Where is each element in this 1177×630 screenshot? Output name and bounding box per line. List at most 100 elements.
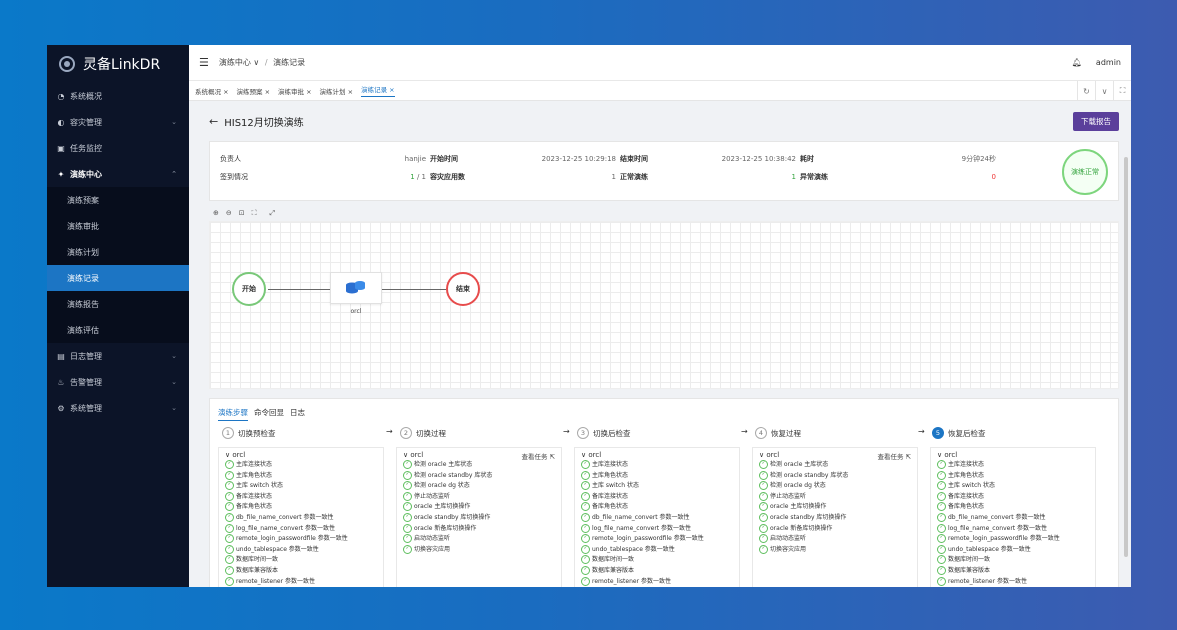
step-item[interactable]: 2 切换过程 xyxy=(400,427,446,439)
download-report-button[interactable]: 下载报告 xyxy=(1073,111,1119,131)
sidebar-item-system-management[interactable]: ⚙ 系统管理 ⌄ xyxy=(47,395,189,421)
flow-db-node[interactable] xyxy=(330,272,382,304)
step-item[interactable]: 1 切换预检查 xyxy=(222,427,276,439)
end-time-value: 2023-12-25 10:38:42 xyxy=(721,155,796,163)
bell-icon[interactable]: 🔔︎ xyxy=(1072,58,1082,67)
zoom-in-icon[interactable]: ⊕ xyxy=(213,209,219,217)
refresh-icon[interactable]: ↻ xyxy=(1077,81,1095,101)
check-item: remote_login_passwordfile 参数一致性 xyxy=(581,534,733,545)
sidebar-subitem-drill-report[interactable]: 演练报告 xyxy=(47,291,189,317)
check-item: remote_login_passwordfile 参数一致性 xyxy=(225,534,377,545)
breadcrumb-parent[interactable]: 演练中心 xyxy=(219,58,251,67)
sidebar-subitem-drill-approval[interactable]: 演练审批 xyxy=(47,213,189,239)
sidebar-item-drill-center[interactable]: ✦ 演练中心 ⌃ xyxy=(47,161,189,187)
db-group-header[interactable]: ∨ orcl xyxy=(225,451,377,459)
sidebar-subitem-drill-record[interactable]: 演练记录 xyxy=(47,265,189,291)
alert-icon: ♨ xyxy=(57,377,65,387)
normal-drill-label: 正常演练 xyxy=(620,173,648,181)
sidebar-item-task-monitor[interactable]: ▣ 任务监控 xyxy=(47,135,189,161)
db-group-label: ∨ orcl xyxy=(403,451,424,459)
summary-row: 负责人 hanjie 开始时间 2023-12-25 10:29:18 结束时间… xyxy=(220,150,1050,168)
flow-edge xyxy=(268,289,330,290)
dashboard-icon: ◔ xyxy=(57,91,65,101)
abnormal-drill-label: 异常演练 xyxy=(800,173,828,181)
tab-drill-plan[interactable]: 演练预案 × xyxy=(237,86,271,96)
end-time-label: 结束时间 xyxy=(620,155,648,163)
step-bar: 1 切换预检查 → 2 切换过程 → 3 切换后检查 → 4 恢复过程 → 5 … xyxy=(218,427,1110,443)
check-item: 备库角色状态 xyxy=(225,502,377,513)
fullscreen-icon[interactable]: ⤢ xyxy=(270,209,276,218)
check-item: 切换容灾应用 xyxy=(759,545,911,556)
tab-log[interactable]: 日志 xyxy=(290,407,305,421)
flow-canvas: 开始 orcl 结束 xyxy=(209,221,1119,389)
panel-tabs: 演练步骤 命令回显 日志 xyxy=(218,407,1110,421)
sidebar-item-dr-management[interactable]: ◐ 容灾管理 ⌄ xyxy=(47,109,189,135)
breadcrumb-current: 演练记录 xyxy=(273,58,306,67)
tab-drill-steps[interactable]: 演练步骤 xyxy=(218,407,248,421)
sidebar-item-overview[interactable]: ◔ 系统概况 xyxy=(47,83,189,109)
drill-steps-panel: 演练步骤 命令回显 日志 1 切换预检查 → 2 切换过程 → 3 切换后检查 … xyxy=(209,398,1119,587)
sidebar-item-label: 日志管理 xyxy=(70,351,102,361)
db-group-header[interactable]: ∨ orcl 查看任务 ⇱ xyxy=(403,451,555,461)
check-item: db_file_name_convert 参数一致性 xyxy=(225,513,377,524)
breadcrumb-separator: / xyxy=(264,58,268,67)
tab-drill-record[interactable]: 演练记录 × xyxy=(361,84,395,97)
db-group-header[interactable]: ∨ orcl xyxy=(581,451,733,459)
chevron-down-icon[interactable]: ∨ xyxy=(1095,81,1113,101)
step-label: 切换过程 xyxy=(416,428,446,438)
db-group-header[interactable]: ∨ orcl 查看任务 ⇱ xyxy=(759,451,911,461)
fit-view-icon[interactable]: ⊡ xyxy=(239,209,245,217)
check-item: 启动动态监听 xyxy=(759,534,911,545)
step-number: 2 xyxy=(400,427,412,439)
duration-value: 9分钟24秒 xyxy=(961,155,996,163)
signin-total: / 1 xyxy=(414,173,426,181)
view-task-link[interactable]: 查看任务 ⇱ xyxy=(521,451,555,461)
check-item: remote_listener 参数一致性 xyxy=(225,577,377,587)
sidebar-subitem-drill-evaluation[interactable]: 演练评估 xyxy=(47,317,189,343)
step-item[interactable]: 4 恢复过程 xyxy=(755,427,801,439)
user-name[interactable]: admin xyxy=(1096,58,1121,67)
menu-toggle-icon[interactable]: ☰ xyxy=(199,56,209,69)
sidebar-item-label: 系统管理 xyxy=(70,403,102,413)
top-bar: ☰ 演练中心 ∨ / 演练记录 🔔︎ admin xyxy=(189,45,1131,81)
flow-start-node[interactable]: 开始 xyxy=(232,272,266,306)
db-group-header[interactable]: ∨ orcl xyxy=(937,451,1089,459)
sidebar-item-alert-management[interactable]: ♨ 告警管理 ⌄ xyxy=(47,369,189,395)
page-content: ← HIS12月切换演练 下载报告 负责人 hanjie 开始时间 2023-1… xyxy=(189,101,1131,587)
back-arrow-icon[interactable]: ← xyxy=(209,115,218,128)
tab-overview[interactable]: 系统概况 × xyxy=(195,86,229,96)
tab-command-output[interactable]: 命令回显 xyxy=(254,407,284,421)
sidebar-item-log-management[interactable]: ▤ 日志管理 ⌄ xyxy=(47,343,189,369)
sidebar-menu: ◔ 系统概况 ◐ 容灾管理 ⌄ ▣ 任务监控 ✦ 演练中心 ⌃ 演练预案 演练审… xyxy=(47,83,189,421)
check-item: 检测 oracle standby 库状态 xyxy=(403,471,555,482)
sidebar-subitem-drill-plan[interactable]: 演练预案 xyxy=(47,187,189,213)
check-item: 主库角色状态 xyxy=(225,471,377,482)
app-logo[interactable]: 灵备LinkDR xyxy=(47,45,189,83)
check-item: undo_tablespace 参数一致性 xyxy=(937,545,1089,556)
flow-end-node[interactable]: 结束 xyxy=(446,272,480,306)
zoom-out-icon[interactable]: ⊖ xyxy=(226,209,232,217)
arrow-right-icon: → xyxy=(741,427,748,436)
tab-drill-schedule[interactable]: 演练计划 × xyxy=(320,86,354,96)
step-column-restore: ∨ orcl 查看任务 ⇱ 检测 oracle 主库状态检测 oracle sta… xyxy=(752,447,918,587)
check-list: 检测 oracle 主库状态检测 oracle standby 库状态检测 or… xyxy=(759,460,911,555)
check-item: 数据库时间一致 xyxy=(937,555,1089,566)
view-task-link[interactable]: 查看任务 ⇱ xyxy=(877,451,911,461)
step-item[interactable]: 3 切换后检查 xyxy=(577,427,631,439)
check-item: 检测 oracle dg 状态 xyxy=(759,481,911,492)
step-column-postcheck: ∨ orcl 主库连接状态主库角色状态主库 switch 状态备库连接状态备库角… xyxy=(574,447,740,587)
step-column-precheck: ∨ orcl 主库连接状态主库角色状态主库 switch 状态备库连接状态备库角… xyxy=(218,447,384,587)
database-icon xyxy=(346,281,365,294)
sidebar-item-label: 容灾管理 xyxy=(70,117,102,127)
step-item[interactable]: 5 恢复后检查 xyxy=(932,427,986,439)
fullscreen-icon[interactable]: ⛶ xyxy=(1113,81,1131,101)
actual-size-icon[interactable]: ⛶ xyxy=(252,209,257,218)
check-item: 数据库兼容版本 xyxy=(937,566,1089,577)
dr-apps-value: 1 xyxy=(611,173,616,181)
scrollbar[interactable] xyxy=(1124,157,1128,557)
tab-drill-approval[interactable]: 演练审批 × xyxy=(278,86,312,96)
check-list: 检测 oracle 主库状态检测 oracle standby 库状态检测 or… xyxy=(403,460,555,555)
step-number: 1 xyxy=(222,427,234,439)
sidebar-subitem-drill-schedule[interactable]: 演练计划 xyxy=(47,239,189,265)
check-item: log_file_name_convert 参数一致性 xyxy=(225,524,377,535)
